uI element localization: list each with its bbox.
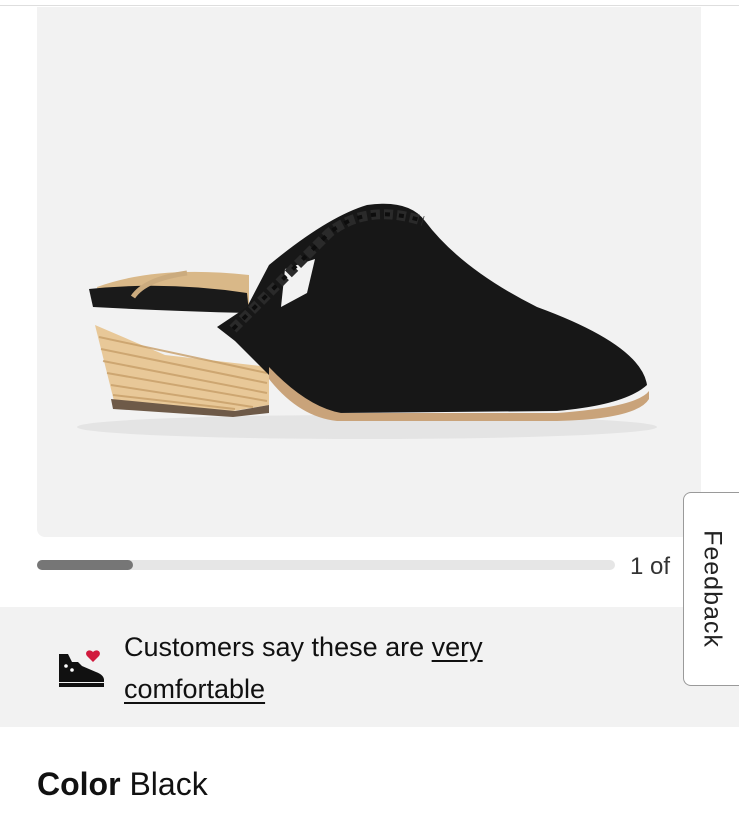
color-selector-label: Color Black — [37, 766, 208, 803]
product-image-carousel[interactable] — [37, 7, 701, 537]
top-divider — [0, 5, 739, 6]
carousel-progress-fill — [37, 560, 133, 570]
feedback-tab[interactable]: Feedback — [683, 492, 739, 686]
color-label: Color — [37, 766, 121, 802]
carousel-progress-bar[interactable] — [37, 560, 615, 570]
product-image[interactable] — [37, 7, 701, 537]
reviews-link-line1: very — [431, 632, 483, 662]
color-value: Black — [129, 766, 208, 802]
reviews-link-line2: comfortable — [124, 674, 266, 704]
sneaker-heart-icon — [59, 650, 104, 687]
reviews-banner-prefix: Customers say these are — [124, 632, 432, 662]
feedback-tab-label: Feedback — [698, 530, 726, 648]
reviews-banner-text: Customers say these are very comfortable — [124, 626, 594, 710]
carousel-page-counter: 1 of — [630, 553, 671, 580]
